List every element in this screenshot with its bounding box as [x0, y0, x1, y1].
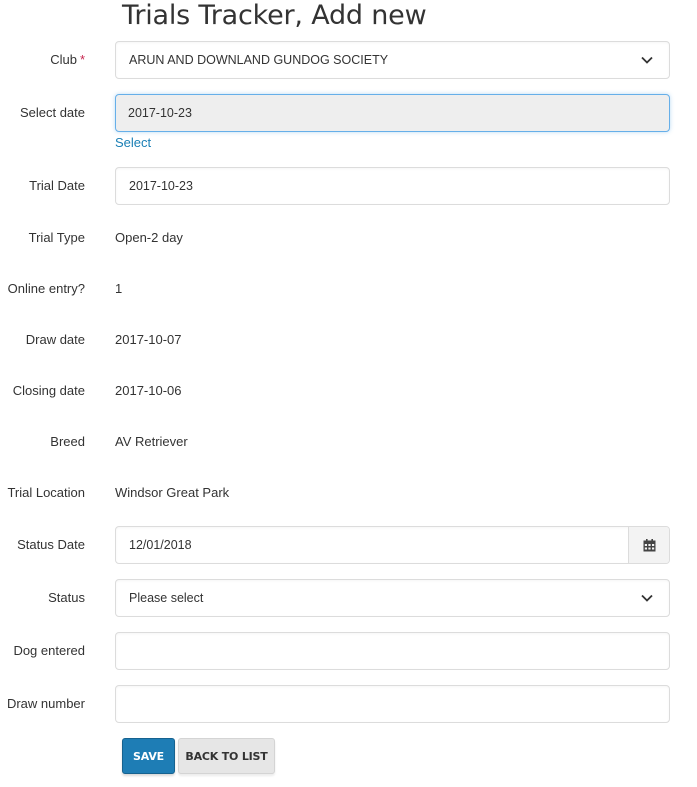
- status-date-input[interactable]: 12/01/2018: [115, 526, 670, 564]
- trial-type-label: Trial Type: [28, 230, 85, 245]
- club-select[interactable]: ARUN AND DOWNLAND GUNDOG SOCIETY: [115, 41, 670, 79]
- draw-date-value: 2017-10-07: [115, 332, 182, 347]
- status-select-value: Please select: [129, 591, 204, 605]
- select-date-link[interactable]: Select: [115, 135, 151, 150]
- select-date-row: Select date 2017-10-23 Select: [0, 94, 697, 154]
- draw-number-input[interactable]: [115, 685, 670, 723]
- draw-date-label: Draw date: [25, 332, 85, 347]
- select-date-value: 2017-10-23: [128, 106, 192, 120]
- draw-number-row: Draw number: [0, 685, 697, 723]
- status-label: Status: [48, 590, 85, 605]
- status-select[interactable]: Please select: [115, 579, 670, 617]
- trial-date-label: Trial Date: [29, 178, 85, 193]
- dog-entered-label: Dog entered: [13, 643, 85, 658]
- online-entry-label: Online entry?: [7, 281, 85, 296]
- required-mark: *: [79, 52, 85, 67]
- breed-value: AV Retriever: [115, 434, 188, 449]
- chevron-down-icon: [641, 56, 653, 64]
- closing-date-value: 2017-10-06: [115, 383, 182, 398]
- trial-date-row: Trial Date 2017-10-23: [0, 167, 697, 205]
- calendar-icon: [643, 538, 655, 551]
- closing-date-label: Closing date: [12, 383, 85, 398]
- trial-location-value: Windsor Great Park: [115, 485, 230, 500]
- status-row: Status Please select: [0, 579, 697, 617]
- select-date-input[interactable]: 2017-10-23: [115, 94, 670, 132]
- page-title: Trials Tracker, Add new: [122, 0, 427, 31]
- online-entry-value: 1: [115, 281, 123, 296]
- calendar-button[interactable]: [628, 527, 669, 563]
- dog-entered-input[interactable]: [115, 632, 670, 670]
- back-to-list-button[interactable]: BACK TO LIST: [178, 738, 275, 774]
- save-button[interactable]: SAVE: [122, 738, 175, 774]
- trial-location-label: Trial Location: [7, 485, 85, 500]
- dog-entered-row: Dog entered: [0, 632, 697, 670]
- draw-number-label: Draw number: [6, 696, 85, 711]
- status-date-value: 12/01/2018: [129, 538, 192, 552]
- status-date-label: Status Date: [17, 537, 85, 552]
- club-label: Club *: [50, 52, 85, 67]
- trial-date-value: 2017-10-23: [129, 179, 193, 193]
- club-row: Club * ARUN AND DOWNLAND GUNDOG SOCIETY: [0, 41, 697, 79]
- select-date-label: Select date: [19, 105, 85, 120]
- chevron-down-icon: [641, 594, 653, 602]
- trial-date-input[interactable]: 2017-10-23: [115, 167, 670, 205]
- trial-type-value: Open-2 day: [115, 230, 183, 245]
- breed-label: Breed: [50, 434, 85, 449]
- status-date-row: Status Date 12/01/2018: [0, 526, 697, 564]
- club-select-value: ARUN AND DOWNLAND GUNDOG SOCIETY: [129, 53, 389, 67]
